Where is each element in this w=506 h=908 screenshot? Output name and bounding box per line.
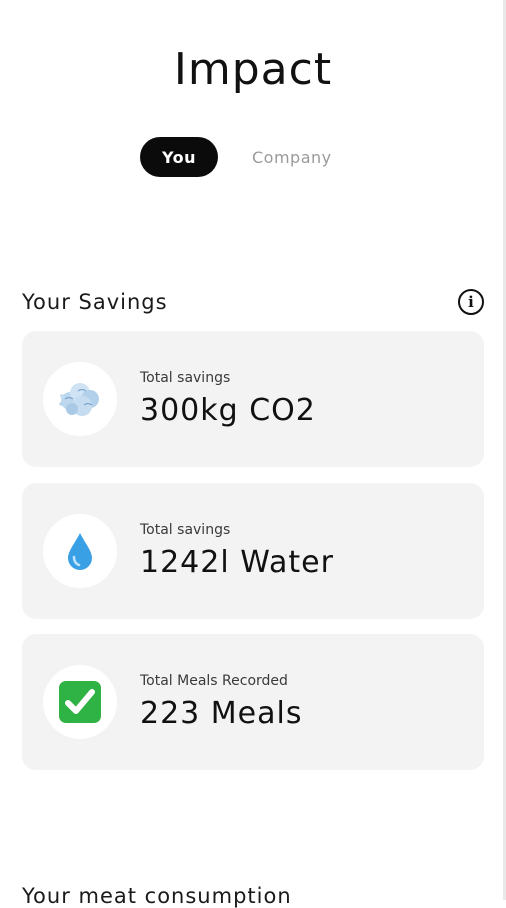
- meals-recorded-card: Total Meals Recorded 223 Meals: [22, 634, 484, 770]
- check-mark-icon: [59, 681, 101, 723]
- water-drop-icon-circle: [43, 514, 117, 588]
- water-drop-icon: [68, 533, 92, 570]
- check-mark-icon-circle: [43, 665, 117, 739]
- cloud-icon-circle: [43, 362, 117, 436]
- page-title: Impact: [173, 44, 333, 95]
- cloud-icon: [59, 383, 99, 416]
- card-value: 223 Meals: [140, 696, 303, 731]
- toggle-you-button[interactable]: You: [140, 137, 218, 177]
- toggle-company-button[interactable]: Company: [230, 137, 354, 177]
- meat-consumption-title: Your meat consumption: [22, 884, 292, 908]
- card-value: 1242l Water: [140, 545, 334, 580]
- card-value: 300kg CO2: [140, 393, 316, 428]
- water-savings-card: Total savings 1242l Water: [22, 483, 484, 619]
- info-icon[interactable]: i: [458, 289, 484, 315]
- card-label: Total Meals Recorded: [140, 673, 288, 689]
- view-toggle: You Company: [140, 137, 354, 177]
- savings-header: Your Savings i: [22, 284, 484, 320]
- card-label: Total savings: [140, 370, 231, 386]
- card-label: Total savings: [140, 522, 231, 538]
- savings-title: Your Savings: [22, 290, 168, 314]
- co2-savings-card: Total savings 300kg CO2: [22, 331, 484, 467]
